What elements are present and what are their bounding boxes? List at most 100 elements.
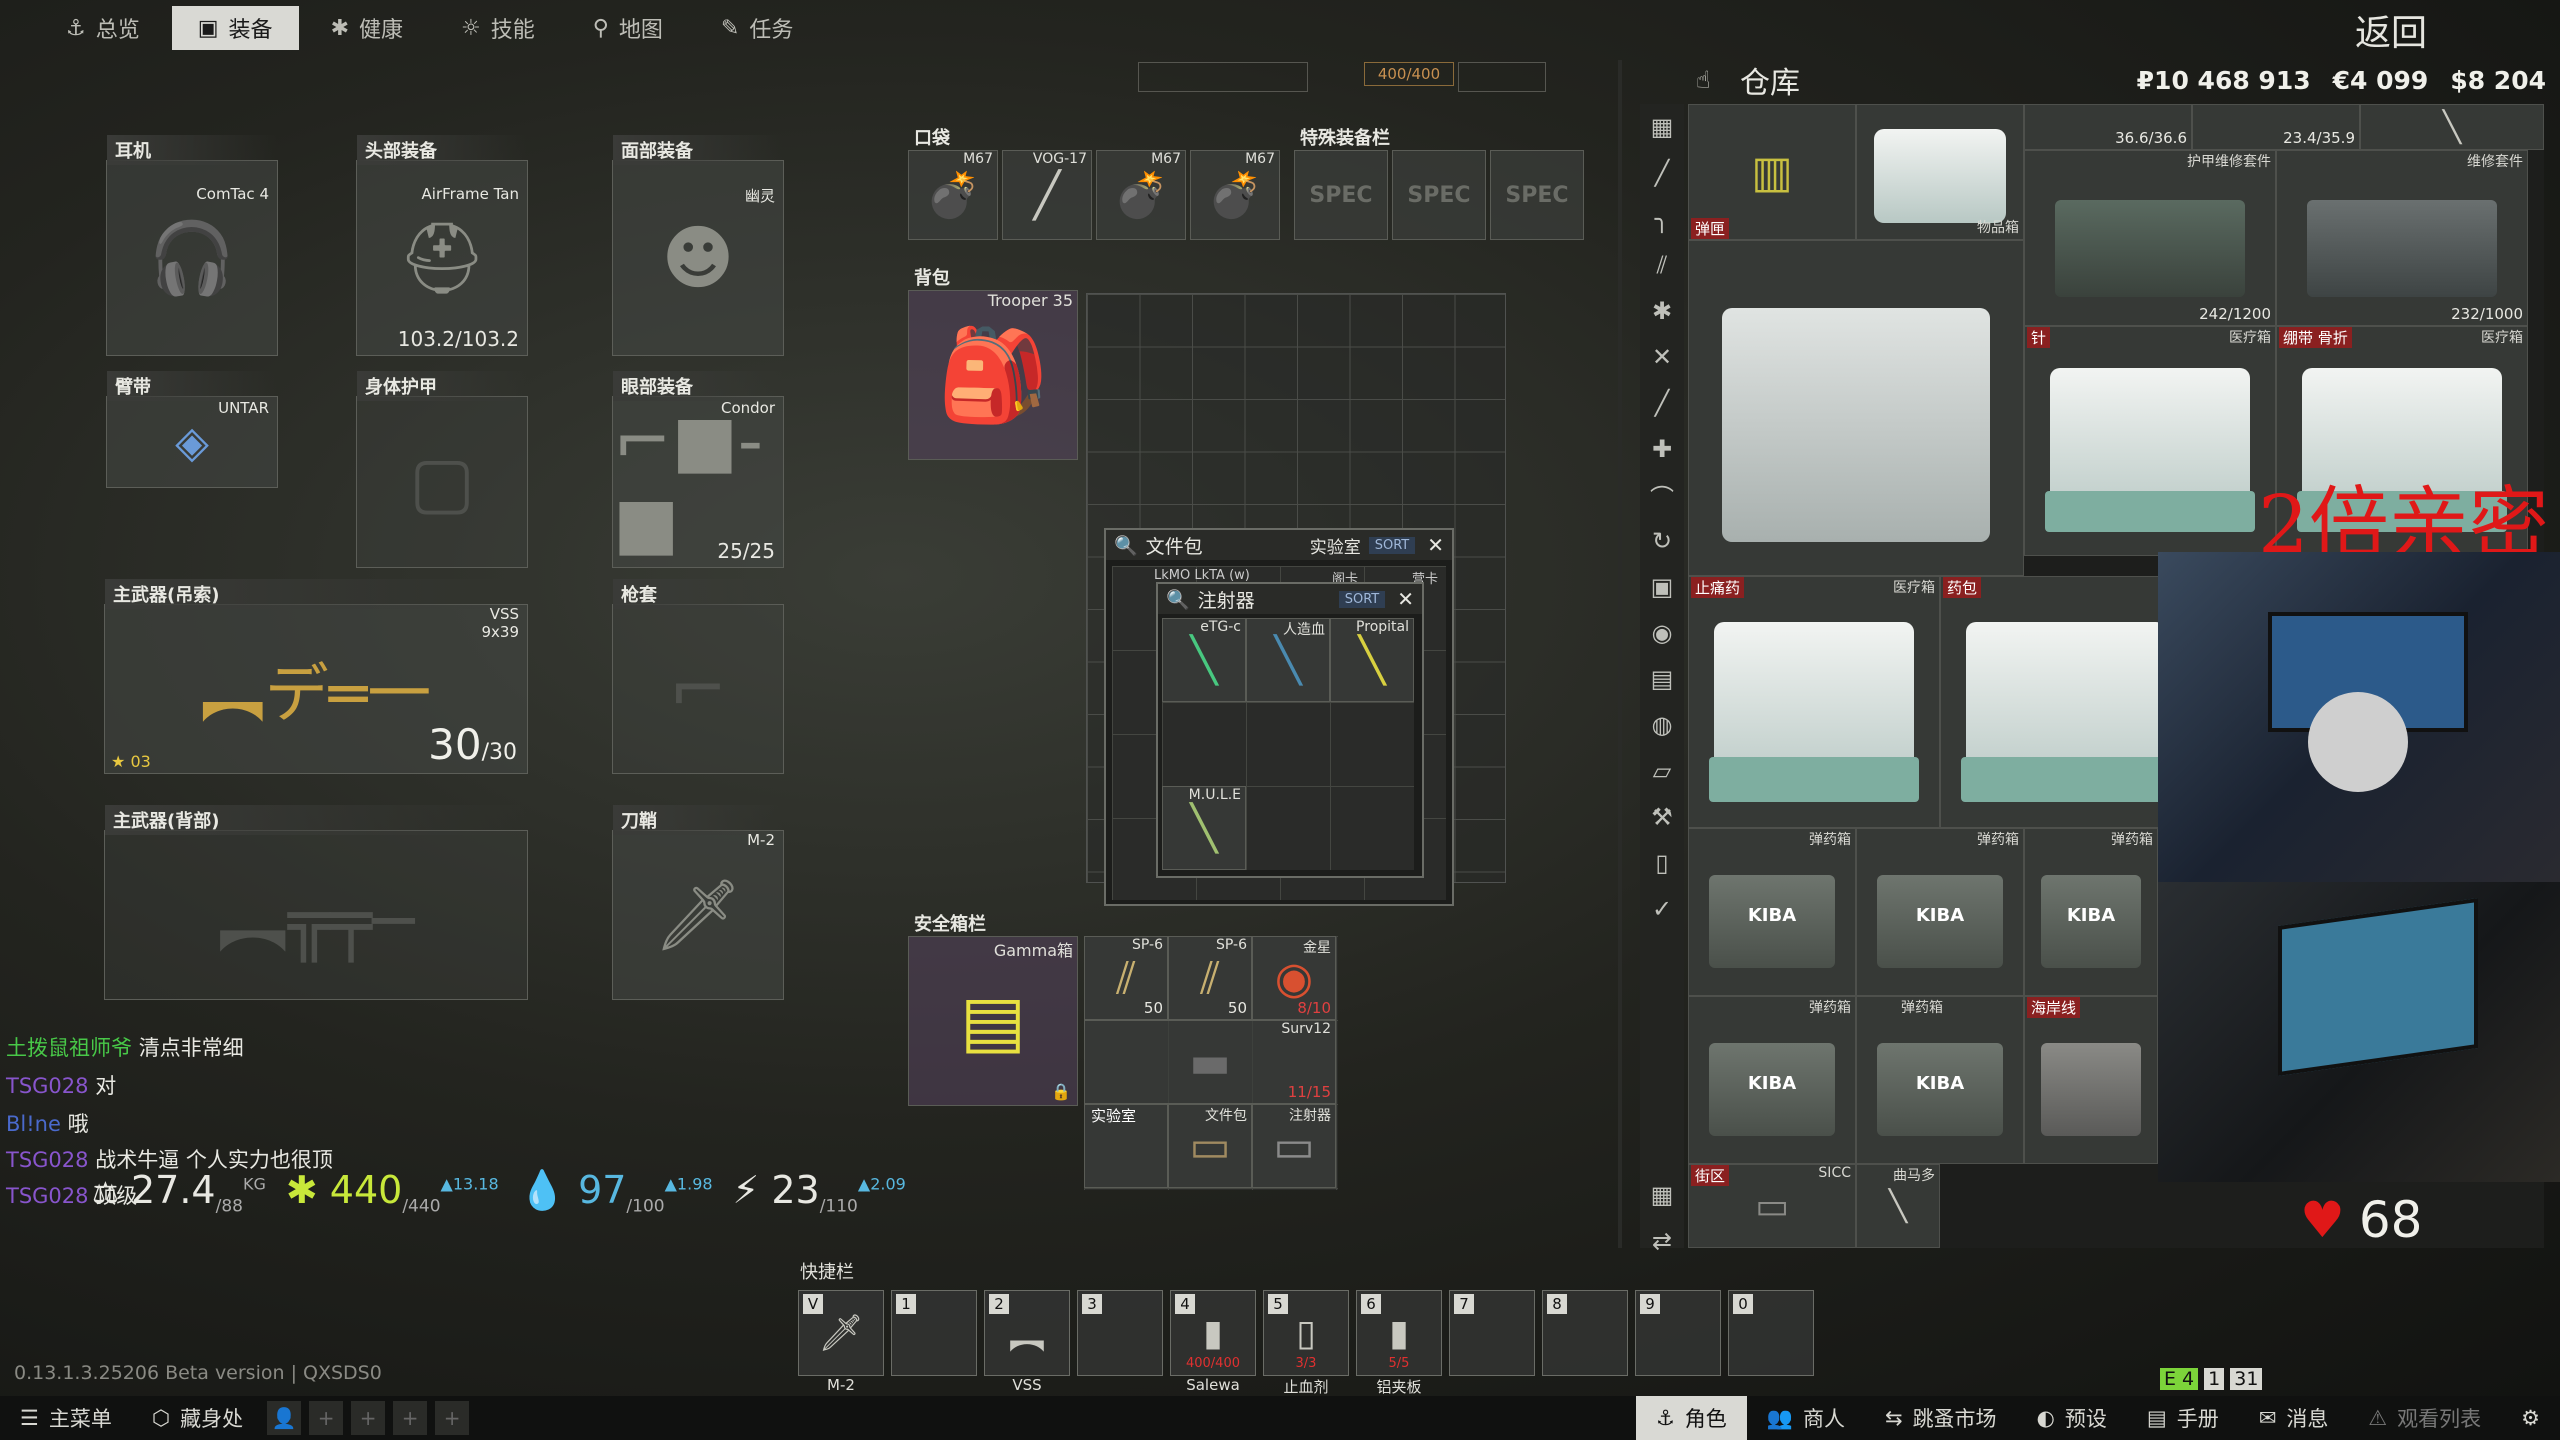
handbook-button[interactable]: ▤ 手册 — [2127, 1396, 2239, 1440]
stash-item[interactable]: 街区 SICC ▭ — [1688, 1164, 1856, 1248]
injector-item[interactable]: 人造血 ╲ — [1246, 618, 1330, 702]
stash-item[interactable]: 针医疗箱 — [2024, 326, 2276, 556]
filter-quest-icon[interactable]: ✓ — [1640, 886, 1684, 932]
quickbar-slot-0[interactable]: 0 — [1728, 1290, 1814, 1376]
filter-tools-icon[interactable]: ⚒ — [1640, 794, 1684, 840]
hideout-button[interactable]: ⬡ 藏身处 — [132, 1396, 263, 1440]
injector-item[interactable]: eTG-c ╲ — [1162, 618, 1246, 702]
quickbar-slot-4[interactable]: 4 ▮ 400/400 — [1170, 1290, 1256, 1376]
special-slot[interactable]: SPEC — [1294, 150, 1388, 240]
armband-slot[interactable]: 臂带 UNTAR ◈ — [106, 371, 278, 488]
filter-keys-icon[interactable]: ◍ — [1640, 702, 1684, 748]
filter-gear-icon[interactable]: ▣ — [1640, 564, 1684, 610]
quickbar-slot-V[interactable]: V 🗡 — [798, 1290, 884, 1376]
quickbar-slot-3[interactable]: 3 — [1077, 1290, 1163, 1376]
earpiece-slot[interactable]: 耳机 ComTac 4 🎧 — [106, 135, 278, 356]
sort-button[interactable]: SORT — [1368, 536, 1416, 554]
tab-overview[interactable]: ⚓ 总览 — [40, 6, 166, 50]
quickbar-slot-2[interactable]: 2 ︻ — [984, 1290, 1070, 1376]
armor-slot[interactable]: 身体护甲 ▢ — [356, 371, 528, 568]
primary-weapon-sling-slot[interactable]: 主武器(吊索) VSS 9x39 ︻デ═一 ★ 03 30/30 — [104, 579, 528, 774]
injector-grid[interactable]: eTG-c ╲ 人造血 ╲ Propital ╲ M.U.L.E ╲ — [1162, 618, 1414, 870]
stash-item[interactable]: 药包 — [1940, 576, 2192, 828]
filter-mods-icon[interactable]: ✱ — [1640, 288, 1684, 334]
medkit-item[interactable]: 金星 ◉ 8/10 — [1252, 936, 1336, 1020]
tab-health[interactable]: ✱ 健康 — [305, 6, 429, 50]
pocket-slot[interactable]: M67 💣 — [1096, 150, 1186, 240]
backpack-slot[interactable]: Trooper 35 🎒 — [908, 290, 1078, 460]
secure-container-slot[interactable]: Gamma箱 ▤ 🔒 — [908, 936, 1078, 1106]
stash-item[interactable]: 36.6/36.6 — [2024, 104, 2192, 150]
stash-item[interactable]: 止痛药 医疗箱 — [1688, 576, 1940, 828]
stash-item[interactable]: 弹药箱 KIBA — [1688, 828, 1856, 996]
filter-medical-icon[interactable]: ✚ — [1640, 426, 1684, 472]
add-party-button[interactable]: + — [351, 1401, 386, 1435]
injector-case-window[interactable]: 🔍 注射器 SORT ✕ eTG-c ╲ 人造血 ╲ Propital ╲ M.U.L… — [1156, 582, 1424, 878]
filter-info-icon[interactable]: ◉ — [1640, 610, 1684, 656]
close-icon[interactable]: ✕ — [1427, 533, 1444, 557]
filter-melee-icon[interactable]: ✕ — [1640, 334, 1684, 380]
stash-item[interactable]: 弹药箱 KIBA — [1688, 996, 1856, 1164]
filter-containers-icon[interactable]: ▤ — [1640, 656, 1684, 702]
face-slot[interactable]: 面部装备 幽灵 ☻ — [612, 135, 784, 356]
close-icon[interactable]: ✕ — [1397, 587, 1414, 611]
tab-tasks[interactable]: ✎ 任务 — [695, 6, 819, 50]
quickbar-slot-6[interactable]: 6 ▮ 5/5 — [1356, 1290, 1442, 1376]
special-slot[interactable]: SPEC — [1490, 150, 1584, 240]
holster-slot[interactable]: 枪套 ⌐ — [612, 579, 784, 774]
filter-docs-icon[interactable]: ▯ — [1640, 840, 1684, 886]
stash-item[interactable]: 海岸线 — [2024, 996, 2158, 1164]
stash-item[interactable]: 弹药箱 KIBA — [1856, 828, 2024, 996]
back-button[interactable]: 返回 — [2355, 4, 2427, 56]
tab-gear[interactable]: ▣ 装备 — [171, 6, 299, 50]
stash-item[interactable] — [1688, 240, 2024, 576]
injector-item[interactable]: M.U.L.E ╲ — [1162, 786, 1246, 870]
watchlist-button[interactable]: ⚠ 观看列表 — [2348, 1396, 2501, 1440]
pocket-slot[interactable]: M67 💣 — [908, 150, 998, 240]
tab-skills[interactable]: ☼ 技能 — [435, 6, 561, 50]
sort-button[interactable]: SORT — [1338, 590, 1386, 608]
add-party-button[interactable]: + — [309, 1401, 344, 1435]
primary-weapon-back-slot[interactable]: 主武器(背部) ︻╦╤─ — [104, 805, 528, 1000]
ammo-item[interactable]: SP-6 ⫽ 50 — [1084, 936, 1168, 1020]
filter-weapons-icon[interactable]: ╱ — [1640, 150, 1684, 196]
surv12-item[interactable]: Surv12 ▬ 11/15 — [1084, 1020, 1336, 1104]
add-party-button[interactable]: + — [393, 1401, 428, 1435]
secure-container-grid[interactable]: SP-6 ⫽ 50 SP-6 ⫽ 50 金星 ◉ 8/10 Surv12 ▬ 11/15 实验室… — [1084, 936, 1338, 1190]
main-menu-button[interactable]: ☰ 主菜单 — [0, 1396, 132, 1440]
stash-item[interactable]: 弹药箱 KIBA — [1856, 996, 2024, 1164]
filter-maps-icon[interactable]: ▱ — [1640, 748, 1684, 794]
add-party-button[interactable]: + — [435, 1401, 470, 1435]
stash-item[interactable]: 23.4/35.9 — [2192, 104, 2360, 150]
filter-barter-icon[interactable]: ↻ — [1640, 518, 1684, 564]
tab-map[interactable]: ⚲ 地图 — [567, 6, 689, 50]
stash-item[interactable]: 物品箱 — [1856, 104, 2024, 240]
stash-item[interactable]: 维修套件 232/1000 — [2276, 150, 2528, 326]
character-button[interactable]: ⚓ 角色 — [1635, 1396, 1747, 1440]
scabbard-slot[interactable]: 刀鞘 M-2 🗡 — [612, 805, 784, 1000]
pocket-slot[interactable]: M67 💣 — [1190, 150, 1280, 240]
grid-view-icon[interactable]: ▦ — [1640, 1172, 1684, 1218]
injector-item[interactable]: Propital ╲ — [1330, 618, 1414, 702]
quickbar-slot-9[interactable]: 9 — [1635, 1290, 1721, 1376]
pocket-slot[interactable]: VOG-17 ╱ — [1002, 150, 1092, 240]
messages-button[interactable]: ✉ 消息 — [2239, 1396, 2349, 1440]
quickbar-slot-7[interactable]: 7 — [1449, 1290, 1535, 1376]
stash-item[interactable]: 曲马多 ╲ — [1856, 1164, 1940, 1248]
injector-case-item[interactable]: 注射器 ▭ — [1252, 1104, 1336, 1188]
stash-item[interactable]: ╲ — [2360, 104, 2544, 150]
party-slot[interactable]: 👤 — [267, 1401, 302, 1435]
sort-icon[interactable]: ⇄ — [1640, 1218, 1684, 1264]
special-slot[interactable]: SPEC — [1392, 150, 1486, 240]
quickbar-slot-1[interactable]: 1 — [891, 1290, 977, 1376]
keycard-item[interactable]: 实验室 — [1084, 1104, 1168, 1188]
filter-ammo-icon[interactable]: ⫽ — [1640, 242, 1684, 288]
settings-button[interactable]: ⚙ — [2501, 1396, 2560, 1440]
filter-provisions-icon[interactable]: ⌒ — [1640, 472, 1684, 518]
stash-item[interactable]: 护甲维修套件 242/1200 — [2024, 150, 2276, 326]
stash-item[interactable]: 弹药箱 KIBA — [2024, 828, 2158, 996]
traders-button[interactable]: 👥 商人 — [1747, 1396, 1865, 1440]
headwear-slot[interactable]: 头部装备 AirFrame Tan ⛑ 103.2/103.2 — [356, 135, 528, 356]
ammo-item[interactable]: SP-6 ⫽ 50 — [1168, 936, 1252, 1020]
quickbar-slot-5[interactable]: 5 ▯ 3/3 — [1263, 1290, 1349, 1376]
